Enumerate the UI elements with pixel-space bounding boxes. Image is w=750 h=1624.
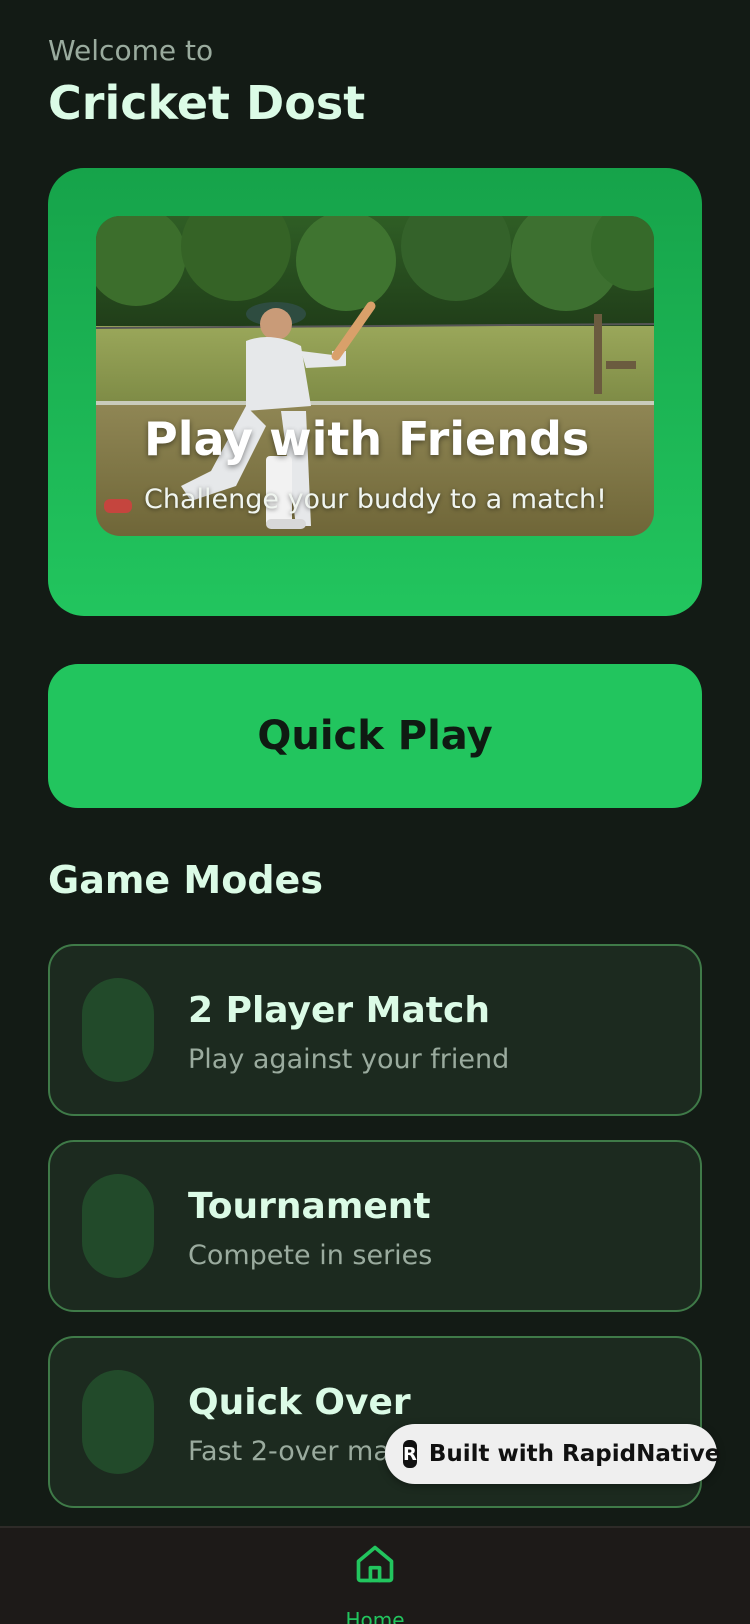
game-modes-heading: Game Modes: [48, 858, 323, 902]
cricket-player-image: Play with Friends Challenge your buddy t…: [96, 216, 654, 536]
mode-title: Quick Over: [188, 1382, 411, 1423]
home-icon: [356, 1545, 394, 1583]
mode-icon: [82, 1174, 154, 1278]
tab-home[interactable]: Home: [335, 1538, 415, 1624]
hero-title: Play with Friends: [144, 412, 590, 466]
welcome-text: Welcome to: [48, 34, 214, 67]
mode-card-2-player-match[interactable]: 2 Player Match Play against your friend: [48, 944, 702, 1116]
home-screen: Welcome to Cricket Dost Play with Friend…: [0, 0, 750, 1624]
mode-card-tournament[interactable]: Tournament Compete in series: [48, 1140, 702, 1312]
play-with-friends-card[interactable]: Play with Friends Challenge your buddy t…: [48, 168, 702, 616]
badge-label: Built with RapidNative: [428, 1441, 721, 1467]
mode-title: 2 Player Match: [188, 990, 490, 1031]
tab-home-label: Home: [345, 1608, 405, 1624]
mode-icon: [82, 1370, 154, 1474]
mode-icon: [82, 978, 154, 1082]
mode-description: Play against your friend: [188, 1044, 510, 1075]
bottom-tab-bar: Home: [0, 1526, 750, 1624]
rapidnative-logo-icon: R: [403, 1440, 417, 1468]
built-with-rapidnative-badge[interactable]: R Built with RapidNative: [385, 1424, 721, 1484]
hero-subtitle: Challenge your buddy to a match!: [144, 484, 607, 515]
quick-play-button[interactable]: Quick Play: [48, 664, 702, 808]
mode-title: Tournament: [188, 1186, 431, 1227]
app-title: Cricket Dost: [48, 76, 366, 130]
mode-description: Compete in series: [188, 1240, 433, 1271]
